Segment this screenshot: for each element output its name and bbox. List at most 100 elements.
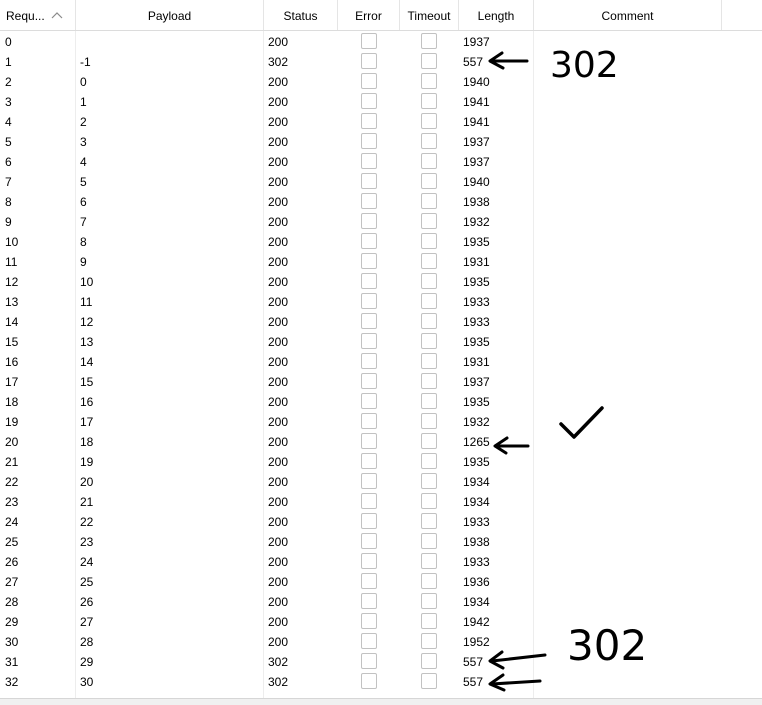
error-checkbox[interactable]: [361, 293, 377, 309]
timeout-checkbox[interactable]: [421, 513, 437, 529]
timeout-checkbox[interactable]: [421, 393, 437, 409]
timeout-checkbox[interactable]: [421, 353, 437, 369]
column-header-timeout[interactable]: Timeout: [400, 0, 459, 30]
error-checkbox[interactable]: [361, 513, 377, 529]
table-row[interactable]: 13 11 200 1933: [0, 292, 762, 312]
table-row[interactable]: 2 0 200 1940: [0, 72, 762, 92]
table-row[interactable]: 28 26 200 1934: [0, 592, 762, 612]
column-header-comment[interactable]: Comment: [534, 0, 722, 30]
table-row[interactable]: 17 15 200 1937: [0, 372, 762, 392]
timeout-checkbox[interactable]: [421, 253, 437, 269]
timeout-checkbox[interactable]: [421, 233, 437, 249]
table-row[interactable]: 9 7 200 1932: [0, 212, 762, 232]
table-row[interactable]: 27 25 200 1936: [0, 572, 762, 592]
timeout-checkbox[interactable]: [421, 153, 437, 169]
column-header-payload[interactable]: Payload: [76, 0, 264, 30]
table-row[interactable]: 16 14 200 1931: [0, 352, 762, 372]
timeout-checkbox[interactable]: [421, 333, 437, 349]
timeout-checkbox[interactable]: [421, 33, 437, 49]
timeout-checkbox[interactable]: [421, 93, 437, 109]
error-checkbox[interactable]: [361, 533, 377, 549]
error-checkbox[interactable]: [361, 333, 377, 349]
timeout-checkbox[interactable]: [421, 373, 437, 389]
table-row[interactable]: 31 29 302 557: [0, 652, 762, 672]
error-checkbox[interactable]: [361, 393, 377, 409]
table-row[interactable]: 3 1 200 1941: [0, 92, 762, 112]
error-checkbox[interactable]: [361, 593, 377, 609]
timeout-checkbox[interactable]: [421, 133, 437, 149]
timeout-checkbox[interactable]: [421, 533, 437, 549]
error-checkbox[interactable]: [361, 553, 377, 569]
table-row[interactable]: 14 12 200 1933: [0, 312, 762, 332]
timeout-checkbox[interactable]: [421, 653, 437, 669]
timeout-checkbox[interactable]: [421, 553, 437, 569]
table-row[interactable]: 20 18 200 1265: [0, 432, 762, 452]
error-checkbox[interactable]: [361, 213, 377, 229]
error-checkbox[interactable]: [361, 313, 377, 329]
error-checkbox[interactable]: [361, 373, 377, 389]
timeout-checkbox[interactable]: [421, 613, 437, 629]
error-checkbox[interactable]: [361, 253, 377, 269]
table-row[interactable]: 1 -1 302 557: [0, 52, 762, 72]
error-checkbox[interactable]: [361, 573, 377, 589]
timeout-checkbox[interactable]: [421, 473, 437, 489]
table-row[interactable]: 22 20 200 1934: [0, 472, 762, 492]
table-row[interactable]: 25 23 200 1938: [0, 532, 762, 552]
table-row[interactable]: 24 22 200 1933: [0, 512, 762, 532]
timeout-checkbox[interactable]: [421, 413, 437, 429]
table-row[interactable]: 11 9 200 1931: [0, 252, 762, 272]
column-header-error[interactable]: Error: [338, 0, 400, 30]
error-checkbox[interactable]: [361, 73, 377, 89]
table-row[interactable]: 10 8 200 1935: [0, 232, 762, 252]
timeout-checkbox[interactable]: [421, 633, 437, 649]
table-row[interactable]: 26 24 200 1933: [0, 552, 762, 572]
column-header-length[interactable]: Length: [459, 0, 534, 30]
error-checkbox[interactable]: [361, 473, 377, 489]
error-checkbox[interactable]: [361, 133, 377, 149]
table-row[interactable]: 21 19 200 1935: [0, 452, 762, 472]
error-checkbox[interactable]: [361, 113, 377, 129]
table-row[interactable]: 30 28 200 1952: [0, 632, 762, 652]
table-row[interactable]: 7 5 200 1940: [0, 172, 762, 192]
error-checkbox[interactable]: [361, 433, 377, 449]
timeout-checkbox[interactable]: [421, 573, 437, 589]
error-checkbox[interactable]: [361, 353, 377, 369]
table-row[interactable]: 29 27 200 1942: [0, 612, 762, 632]
timeout-checkbox[interactable]: [421, 53, 437, 69]
error-checkbox[interactable]: [361, 173, 377, 189]
table-row[interactable]: 0 200 1937: [0, 32, 762, 52]
error-checkbox[interactable]: [361, 53, 377, 69]
timeout-checkbox[interactable]: [421, 213, 437, 229]
table-row[interactable]: 12 10 200 1935: [0, 272, 762, 292]
error-checkbox[interactable]: [361, 33, 377, 49]
error-checkbox[interactable]: [361, 453, 377, 469]
column-header-status[interactable]: Status: [264, 0, 338, 30]
table-row[interactable]: 23 21 200 1934: [0, 492, 762, 512]
table-row[interactable]: 8 6 200 1938: [0, 192, 762, 212]
error-checkbox[interactable]: [361, 233, 377, 249]
table-row[interactable]: 4 2 200 1941: [0, 112, 762, 132]
timeout-checkbox[interactable]: [421, 273, 437, 289]
timeout-checkbox[interactable]: [421, 453, 437, 469]
error-checkbox[interactable]: [361, 93, 377, 109]
error-checkbox[interactable]: [361, 193, 377, 209]
timeout-checkbox[interactable]: [421, 593, 437, 609]
error-checkbox[interactable]: [361, 613, 377, 629]
table-row[interactable]: 6 4 200 1937: [0, 152, 762, 172]
timeout-checkbox[interactable]: [421, 313, 437, 329]
timeout-checkbox[interactable]: [421, 673, 437, 689]
error-checkbox[interactable]: [361, 273, 377, 289]
error-checkbox[interactable]: [361, 153, 377, 169]
error-checkbox[interactable]: [361, 673, 377, 689]
column-header-request[interactable]: Requ...: [0, 0, 76, 30]
error-checkbox[interactable]: [361, 413, 377, 429]
table-row[interactable]: 19 17 200 1932: [0, 412, 762, 432]
table-row[interactable]: 5 3 200 1937: [0, 132, 762, 152]
timeout-checkbox[interactable]: [421, 73, 437, 89]
timeout-checkbox[interactable]: [421, 433, 437, 449]
timeout-checkbox[interactable]: [421, 293, 437, 309]
error-checkbox[interactable]: [361, 633, 377, 649]
table-row[interactable]: 32 30 302 557: [0, 672, 762, 692]
horizontal-scrollbar[interactable]: [0, 698, 762, 705]
table-row[interactable]: 15 13 200 1935: [0, 332, 762, 352]
